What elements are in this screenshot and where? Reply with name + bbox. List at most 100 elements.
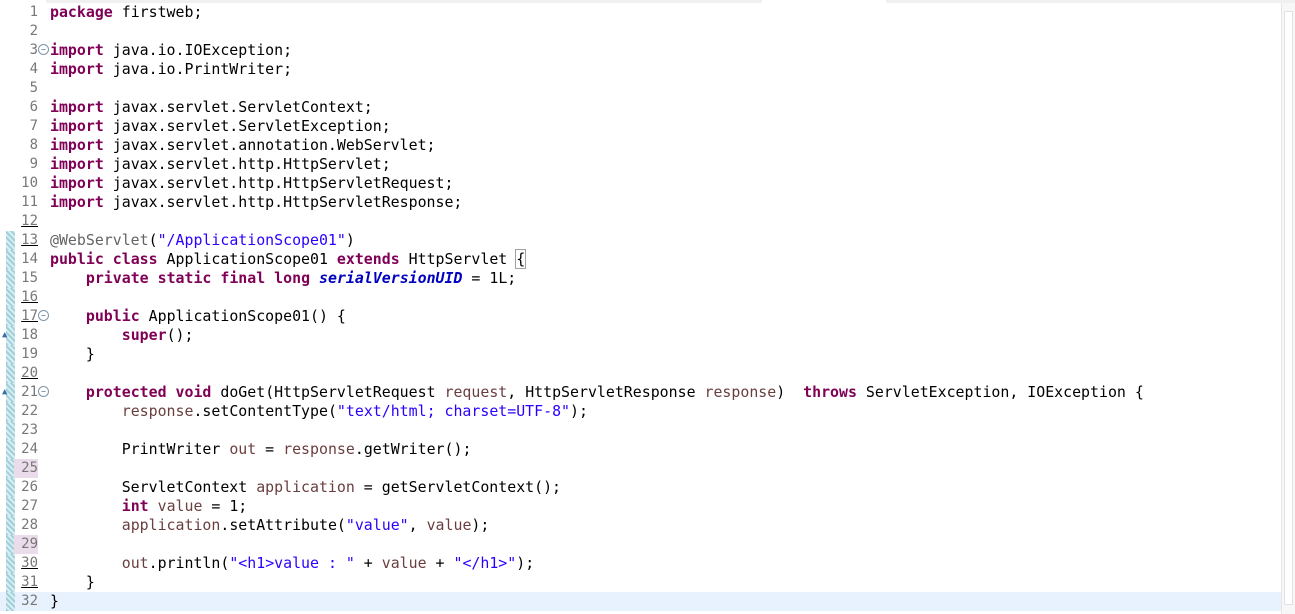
code-line[interactable]: 32}	[0, 592, 1281, 611]
code-token: (	[148, 231, 158, 249]
line-number: 17	[21, 308, 38, 324]
code-line[interactable]: 6 import javax.servlet.ServletContext;	[0, 98, 1281, 117]
code-line[interactable]: 10 import javax.servlet.http.HttpServletR…	[0, 174, 1281, 193]
code-line[interactable]: ▲ 21− protected void doGet(HttpServletReq…	[0, 383, 1281, 402]
code-text[interactable]: }	[50, 345, 95, 364]
code-line[interactable]: 19 }	[0, 345, 1281, 364]
fold-collapse-icon[interactable]: −	[38, 310, 49, 321]
code-text[interactable]: response.setContentType("text/html; char…	[50, 402, 588, 421]
code-line[interactable]: 28 application.setAttribute("value", val…	[0, 516, 1281, 535]
code-token: "/ApplicationScope01"	[157, 231, 346, 249]
code-text[interactable]: import javax.servlet.http.HttpServletRes…	[50, 193, 462, 212]
code-token: final	[220, 269, 266, 287]
vertical-scrollbar[interactable]	[1281, 3, 1295, 614]
code-token: throws	[803, 383, 857, 401]
code-line[interactable]: 14 public class ApplicationScope01 extend…	[0, 249, 1281, 269]
code-line[interactable]: 5	[0, 79, 1281, 98]
code-line[interactable]: 4 import java.io.PrintWriter;	[0, 60, 1281, 79]
code-token: .setAttribute(	[220, 516, 346, 534]
code-line[interactable]: 27 int value = 1;	[0, 497, 1281, 516]
code-line[interactable]: ▲ 18 super();	[0, 326, 1281, 345]
code-text[interactable]: import javax.servlet.ServletException;	[50, 117, 391, 136]
code-text[interactable]: import javax.servlet.ServletContext;	[50, 98, 373, 117]
code-text[interactable]: super();	[50, 326, 194, 345]
code-token: long	[274, 269, 311, 287]
code-text[interactable]: int value = 1;	[50, 497, 248, 516]
code-text[interactable]: import java.io.IOException;	[50, 41, 292, 60]
code-text[interactable]: }	[50, 592, 59, 611]
line-number: 3	[29, 42, 38, 58]
code-text[interactable]: }	[50, 573, 95, 592]
code-token: super	[121, 326, 167, 344]
code-token: PrintWriter	[50, 440, 230, 458]
code-line[interactable]: 29	[0, 535, 1281, 554]
code-line[interactable]: 26 ServletContext application = getServl…	[0, 478, 1281, 497]
code-text[interactable]: import java.io.PrintWriter;	[50, 60, 292, 79]
code-text[interactable]: public class ApplicationScope01 extends …	[50, 249, 527, 269]
line-number: 26	[21, 479, 38, 495]
code-text[interactable]: import javax.servlet.http.HttpServletReq…	[50, 174, 453, 193]
code-line[interactable]: 8 import javax.servlet.annotation.WebServ…	[0, 136, 1281, 155]
code-text[interactable]: import javax.servlet.annotation.WebServl…	[50, 136, 436, 155]
code-line[interactable]: 25	[0, 459, 1281, 478]
line-number: 21	[21, 384, 38, 400]
fold-collapse-icon[interactable]: −	[38, 44, 49, 55]
line-number: 24	[21, 441, 38, 457]
code-text[interactable]: application.setAttribute("value", value)…	[50, 516, 490, 535]
code-text[interactable]: import javax.servlet.http.HttpServlet;	[50, 155, 391, 174]
code-token: response	[121, 402, 194, 420]
scrollbar-thumb[interactable]	[1284, 11, 1293, 605]
code-token: "text/html; charset=UTF-8"	[336, 402, 571, 420]
code-line[interactable]: 13 @WebServlet("/ApplicationScope01")	[0, 231, 1281, 250]
code-editor[interactable]: 1 package firstweb; 2 3− import java.io.IOEx…	[0, 0, 1295, 614]
code-token: value	[426, 516, 472, 534]
code-token: .println(	[148, 554, 230, 572]
line-number: 19	[21, 346, 38, 362]
code-text[interactable]: @WebServlet("/ApplicationScope01")	[50, 231, 355, 250]
code-line[interactable]: 31 }	[0, 573, 1281, 592]
code-line[interactable]: 17− public ApplicationScope01() {	[0, 307, 1281, 326]
code-line[interactable]: 1 package firstweb;	[0, 3, 1281, 22]
code-token: value	[157, 497, 203, 515]
code-line[interactable]: 12	[0, 212, 1281, 231]
fold-collapse-icon[interactable]: −	[38, 386, 49, 397]
code-line[interactable]: 2	[0, 22, 1281, 41]
code-token: doGet(HttpServletRequest	[211, 383, 445, 401]
code-line[interactable]: 20	[0, 364, 1281, 383]
code-line[interactable]: 24 PrintWriter out = response.getWriter(…	[0, 440, 1281, 459]
code-line[interactable]: 16	[0, 288, 1281, 307]
code-line[interactable]: 15 private static final long serialVersi…	[0, 269, 1281, 288]
code-line[interactable]: 22 response.setContentType("text/html; c…	[0, 402, 1281, 421]
code-text[interactable]: package firstweb;	[50, 3, 202, 22]
code-token: java.io.PrintWriter;	[103, 60, 293, 78]
code-text[interactable]: protected void doGet(HttpServletRequest …	[50, 383, 1144, 402]
line-number: 12	[21, 213, 38, 229]
code-line[interactable]: 7 import javax.servlet.ServletException;	[0, 117, 1281, 136]
code-token: @WebServlet	[50, 231, 149, 249]
code-line[interactable]: 9 import javax.servlet.http.HttpServlet;	[0, 155, 1281, 174]
code-token: javax.servlet.http.HttpServlet;	[103, 155, 391, 173]
code-text[interactable]: PrintWriter out = response.getWriter();	[50, 440, 472, 459]
code-token: , HttpServletResponse	[507, 383, 705, 401]
code-line[interactable]: 23	[0, 421, 1281, 440]
line-number: 11	[21, 194, 38, 210]
code-line[interactable]: 11 import javax.servlet.http.HttpServletR…	[0, 193, 1281, 212]
override-indicator-icon[interactable]: ▲	[2, 387, 10, 397]
code-line[interactable]: 30 out.println("<h1>value : " + value + …	[0, 554, 1281, 573]
code-text[interactable]: private static final long serialVersionU…	[50, 269, 516, 288]
line-number: 15	[21, 270, 38, 286]
code-token: void	[175, 383, 212, 401]
code-text[interactable]: out.println("<h1>value : " + value + "</…	[50, 554, 534, 573]
code-text[interactable]: ServletContext application = getServletC…	[50, 478, 561, 497]
code-text[interactable]: public ApplicationScope01() {	[50, 307, 346, 326]
code-token: }	[50, 345, 95, 363]
line-number: 1	[29, 4, 38, 20]
override-indicator-icon[interactable]: ▲	[2, 330, 10, 340]
code-token: = 1L;	[462, 269, 517, 287]
code-line[interactable]: 3− import java.io.IOException;	[0, 41, 1281, 60]
code-token: ApplicationScope01() {	[139, 307, 346, 325]
